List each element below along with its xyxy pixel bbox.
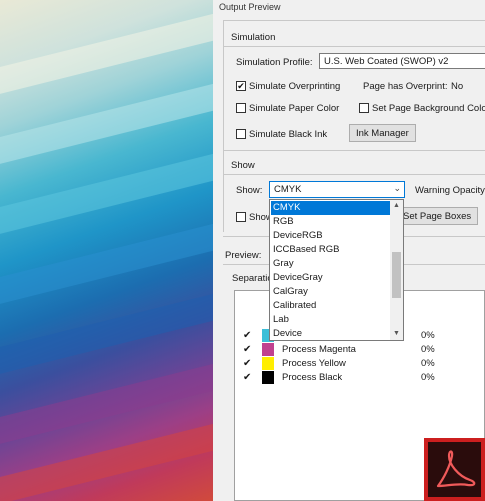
logo-inner: [428, 442, 481, 497]
simulate-black-ink-checkbox[interactable]: [236, 129, 246, 139]
divider: [223, 174, 485, 175]
color-swatch: [262, 357, 274, 370]
acrobat-swoosh-icon: [436, 450, 476, 488]
scrollbar-thumb[interactable]: [392, 252, 401, 298]
separation-percent: 0%: [421, 330, 435, 341]
separation-row-yellow[interactable]: ✔ Process Yellow 0%: [235, 357, 485, 371]
scroll-down-icon[interactable]: ▼: [390, 328, 403, 340]
simulate-paper-color-label: Simulate Paper Color: [249, 103, 340, 114]
preview-label: Preview:: [225, 250, 262, 261]
color-swatch-photo: [0, 0, 213, 501]
divider: [223, 150, 485, 151]
separation-row-black[interactable]: ✔ Process Black 0%: [235, 371, 485, 385]
output-preview-dialog: Output Preview Simulation Simulation Pro…: [213, 0, 485, 501]
show-label: Show:: [236, 185, 263, 196]
set-page-background-checkbox[interactable]: [359, 103, 369, 113]
dropdown-option-devicegray[interactable]: DeviceGray: [271, 271, 391, 285]
show-checkbox[interactable]: [236, 212, 246, 222]
scroll-up-icon[interactable]: ▲: [390, 200, 403, 212]
simulation-profile-label: Simulation Profile:: [236, 57, 313, 68]
show-select-value: CMYK: [274, 184, 302, 195]
swatch-band: [0, 214, 213, 312]
separation-name: Process Black: [282, 372, 343, 383]
page-has-overprint-value: No: [451, 81, 464, 92]
check-icon[interactable]: ✔: [243, 372, 251, 383]
show-heading: Show: [231, 160, 255, 171]
separation-percent: 0%: [421, 372, 435, 383]
set-page-background-label: Set Page Background Color: [372, 103, 485, 114]
dropdown-scrollbar[interactable]: ▲ ▼: [390, 200, 403, 340]
separation-name: Process Magenta: [282, 344, 356, 355]
dropdown-option-device[interactable]: Device: [271, 327, 391, 340]
ink-manager-button[interactable]: Ink Manager: [349, 124, 416, 142]
warning-opacity-label: Warning Opacity: [415, 185, 485, 196]
dropdown-option-rgb[interactable]: RGB: [271, 215, 391, 229]
separation-percent: 0%: [421, 344, 435, 355]
simulate-black-ink-label: Simulate Black Ink: [249, 129, 328, 140]
dropdown-option-calgray[interactable]: CalGray: [271, 285, 391, 299]
check-icon[interactable]: ✔: [243, 358, 251, 369]
simulate-overprinting-label: Simulate Overprinting: [249, 81, 341, 92]
simulation-profile-select[interactable]: U.S. Web Coated (SWOP) v2: [319, 53, 485, 69]
show-select[interactable]: CMYK ⌄: [269, 181, 405, 198]
check-icon: ✔: [237, 81, 245, 91]
separation-name: Process Yellow: [282, 358, 346, 369]
dropdown-option-lab[interactable]: Lab: [271, 313, 391, 327]
swatch-band: [0, 4, 213, 102]
dropdown-option-devicergb[interactable]: DeviceRGB: [271, 229, 391, 243]
check-icon[interactable]: ✔: [243, 344, 251, 355]
dropdown-option-cmyk[interactable]: CMYK: [271, 201, 391, 215]
dropdown-option-calibrated[interactable]: Calibrated: [271, 299, 391, 313]
chevron-down-icon: ⌄: [393, 183, 401, 193]
page-has-overprint-label: Page has Overprint:: [363, 81, 448, 92]
check-icon[interactable]: ✔: [243, 330, 251, 341]
simulate-overprinting-checkbox[interactable]: ✔: [236, 81, 246, 91]
dropdown-option-gray[interactable]: Gray: [271, 257, 391, 271]
dialog-title: Output Preview: [219, 2, 281, 12]
swatch-band: [0, 284, 213, 382]
color-swatch: [262, 371, 274, 384]
show-dropdown-list[interactable]: CMYK RGB DeviceRGB ICCBased RGB Gray Dev…: [269, 199, 404, 341]
divider: [223, 46, 485, 47]
color-swatch: [262, 343, 274, 356]
adobe-acrobat-icon: [424, 438, 485, 501]
separation-percent: 0%: [421, 358, 435, 369]
simulation-heading: Simulation: [231, 32, 276, 43]
swatch-band: [0, 144, 213, 242]
set-page-boxes-button[interactable]: Set Page Boxes: [396, 207, 479, 225]
dropdown-option-iccbased-rgb[interactable]: ICCBased RGB: [271, 243, 391, 257]
swatch-band: [0, 74, 213, 172]
simulate-paper-color-checkbox[interactable]: [236, 103, 246, 113]
separation-row-magenta[interactable]: ✔ Process Magenta 0%: [235, 343, 485, 357]
